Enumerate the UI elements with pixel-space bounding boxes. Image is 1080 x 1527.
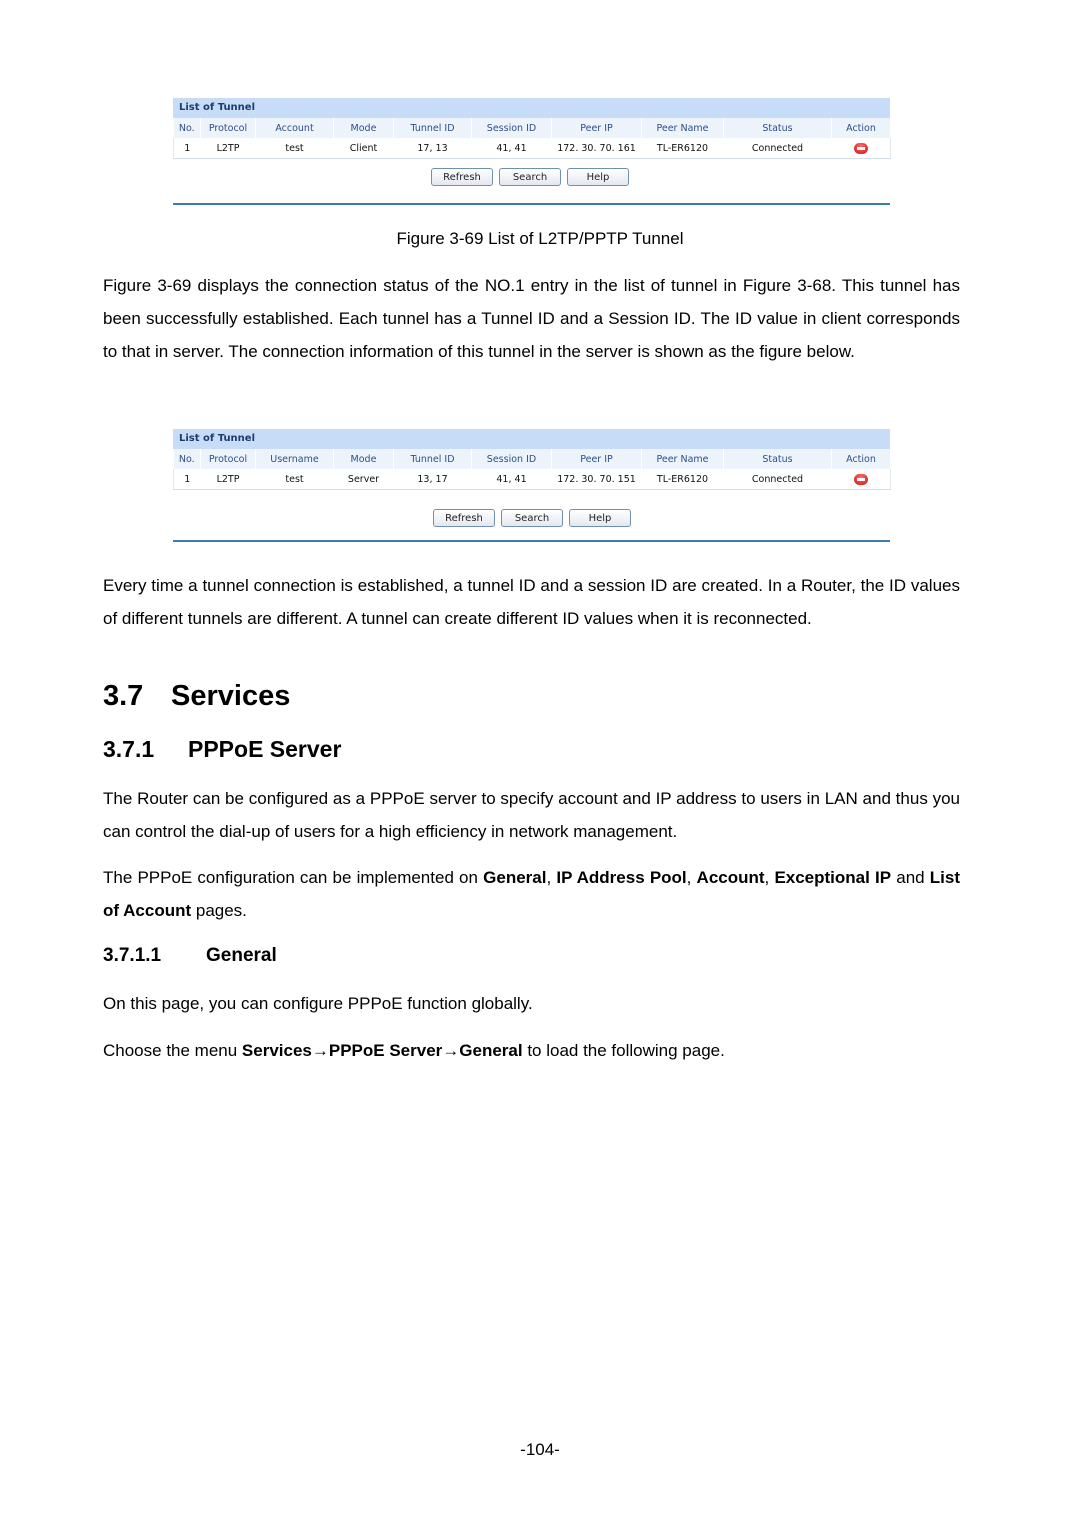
subsubsection-title: General	[206, 945, 277, 966]
figure-divider	[173, 540, 890, 542]
cell-peer-name: TL-ER6120	[641, 138, 724, 159]
figure-caption: Figure 3-69 List of L2TP/PPTP Tunnel	[396, 229, 684, 248]
column-header: Tunnel ID	[393, 449, 472, 469]
text: pages.	[191, 901, 247, 920]
subsection-number: 3.7.1	[103, 736, 155, 762]
tunnel-table: No. Protocol Account Mode Tunnel ID Sess…	[173, 118, 891, 159]
paragraph: The Router can be configured as a PPPoE …	[103, 789, 960, 841]
paragraph: Figure 3-69 displays the connection stat…	[103, 276, 960, 361]
column-header: Protocol	[200, 449, 256, 469]
button-row: Refresh Search Help	[173, 159, 890, 199]
section-number: 3.7	[103, 680, 144, 712]
figure-tunnel-list-server: List of Tunnel No. Protocol Username Mod…	[173, 429, 891, 542]
refresh-button[interactable]: Refresh	[431, 168, 493, 186]
cell-session-id: 41, 41	[471, 138, 552, 159]
column-header: Peer IP	[551, 449, 642, 469]
menu-term: Services	[241, 1041, 312, 1060]
refresh-button[interactable]: Refresh	[433, 509, 495, 527]
column-header: Session ID	[471, 449, 552, 469]
paragraph: Choose the menu Services→PPPoE Server→Ge…	[103, 1034, 960, 1067]
arrow-icon: →	[311, 1041, 329, 1060]
text: and	[891, 868, 930, 887]
subsubsection-number: 3.7.1.1	[103, 945, 162, 966]
section-heading: 3.7 Services	[103, 680, 290, 713]
column-header: Mode	[333, 449, 394, 469]
bold-term: General	[483, 868, 547, 887]
arrow-icon: →	[442, 1041, 460, 1060]
column-header: Account	[255, 118, 334, 138]
subsection-title: PPPoE Server	[188, 736, 342, 762]
text: ,	[764, 868, 775, 887]
column-header: Mode	[333, 118, 394, 138]
search-button[interactable]: Search	[499, 168, 561, 186]
paragraph: On this page, you can configure PPPoE fu…	[103, 994, 533, 1013]
button-row: Refresh Search Help	[173, 490, 890, 538]
section-title: Services	[171, 680, 291, 712]
text: Choose the menu	[103, 1041, 242, 1060]
text: to load the following page.	[522, 1041, 725, 1060]
menu-term: PPPoE Server	[328, 1041, 443, 1060]
column-header: Tunnel ID	[393, 118, 472, 138]
bold-term: IP Address Pool	[556, 868, 687, 887]
bold-term: Exceptional IP	[774, 868, 892, 887]
cell-peer-ip: 172. 30. 70. 151	[551, 469, 642, 490]
cell-no: 1	[173, 138, 201, 159]
cell-peer-ip: 172. 30. 70. 161	[551, 138, 642, 159]
delete-icon[interactable]	[853, 473, 868, 485]
search-button[interactable]: Search	[501, 509, 563, 527]
subsection-heading: 3.7.1 PPPoE Server	[103, 736, 341, 763]
cell-session-id: 41, 41	[471, 469, 552, 490]
paragraph: Every time a tunnel connection is establ…	[103, 576, 960, 628]
cell-action	[831, 138, 891, 159]
cell-no: 1	[173, 469, 201, 490]
column-header: Username	[255, 449, 334, 469]
table-row: 1 L2TP test Server 13, 17 41, 41 172. 30…	[173, 469, 891, 490]
column-header: Action	[831, 449, 891, 469]
panel-title: List of Tunnel	[173, 429, 890, 449]
cell-peer-name: TL-ER6120	[641, 469, 724, 490]
help-button[interactable]: Help	[569, 509, 631, 527]
cell-protocol: L2TP	[200, 469, 256, 490]
cell-mode: Server	[333, 469, 394, 490]
panel-title: List of Tunnel	[173, 98, 890, 118]
column-header: Status	[723, 449, 832, 469]
column-header: Action	[831, 118, 891, 138]
table-header-row: No. Protocol Username Mode Tunnel ID Ses…	[173, 449, 891, 469]
cell-account: test	[255, 138, 334, 159]
page-number: -104-	[520, 1440, 560, 1459]
cell-status: Connected	[723, 469, 832, 490]
delete-icon[interactable]	[853, 142, 868, 154]
column-header: No.	[173, 118, 201, 138]
text: ,	[686, 868, 697, 887]
cell-status: Connected	[723, 138, 832, 159]
bold-term: Account	[696, 868, 765, 887]
table-header-row: No. Protocol Account Mode Tunnel ID Sess…	[173, 118, 891, 138]
cell-protocol: L2TP	[200, 138, 256, 159]
column-header: No.	[173, 449, 201, 469]
text: ,	[546, 868, 557, 887]
column-header: Peer IP	[551, 118, 642, 138]
cell-username: test	[255, 469, 334, 490]
tunnel-table: No. Protocol Username Mode Tunnel ID Ses…	[173, 449, 891, 490]
cell-tunnel-id: 13, 17	[393, 469, 472, 490]
figure-tunnel-list-client: List of Tunnel No. Protocol Account Mode…	[173, 98, 891, 205]
menu-term: General	[459, 1041, 523, 1060]
cell-mode: Client	[333, 138, 394, 159]
text: The PPPoE configuration can be implement…	[103, 868, 484, 887]
cell-action	[831, 469, 891, 490]
paragraph: The PPPoE configuration can be implement…	[103, 861, 960, 927]
column-header: Peer Name	[641, 118, 724, 138]
table-row: 1 L2TP test Client 17, 13 41, 41 172. 30…	[173, 138, 891, 159]
column-header: Session ID	[471, 118, 552, 138]
column-header: Protocol	[200, 118, 256, 138]
column-header: Status	[723, 118, 832, 138]
figure-divider	[173, 203, 890, 205]
column-header: Peer Name	[641, 449, 724, 469]
cell-tunnel-id: 17, 13	[393, 138, 472, 159]
subsubsection-heading: 3.7.1.1 General	[103, 945, 277, 967]
help-button[interactable]: Help	[567, 168, 629, 186]
